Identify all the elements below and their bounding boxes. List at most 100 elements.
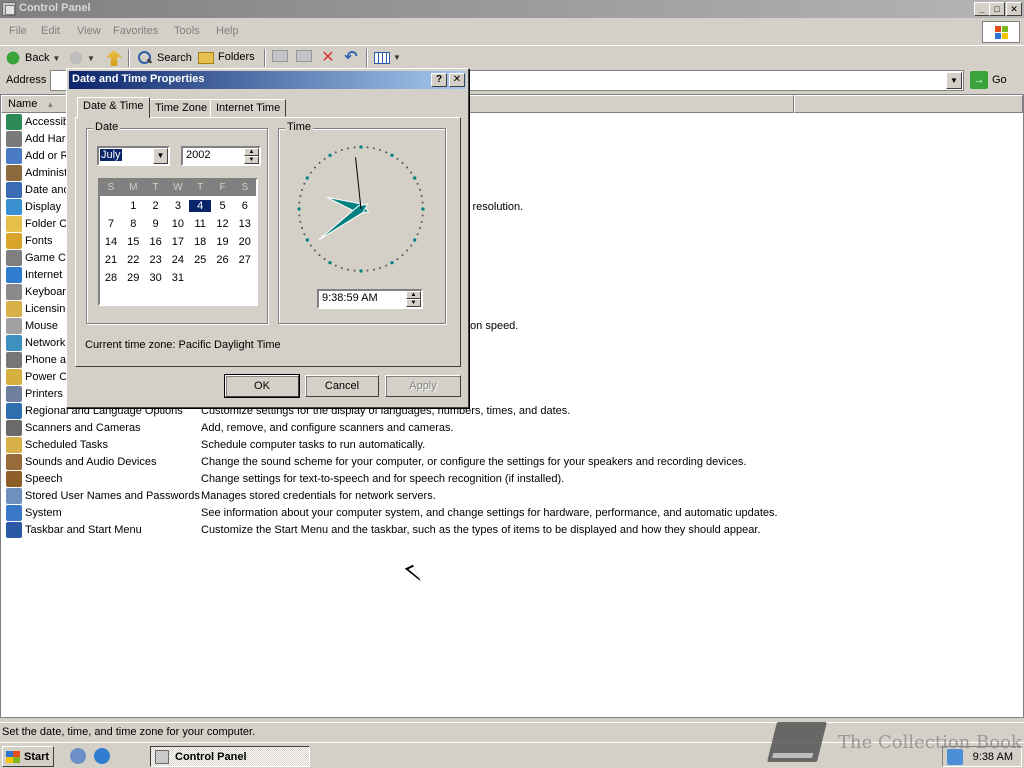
time-spinner[interactable]: 9:38:59 AM ▲ ▼ xyxy=(317,289,423,309)
tab-internet-time[interactable]: Internet Time xyxy=(210,99,287,117)
calendar-day[interactable]: 30 xyxy=(145,272,167,284)
calendar-day[interactable]: 23 xyxy=(145,254,167,266)
delete-button[interactable]: ✕ xyxy=(320,50,336,66)
maximize-button[interactable]: □ xyxy=(989,2,1005,16)
list-item[interactable]: Scanners and Cameras xyxy=(6,419,141,436)
forward-button[interactable]: ▼ xyxy=(68,50,95,66)
close-button[interactable]: ✕ xyxy=(1006,2,1022,16)
calendar-day[interactable]: 3 xyxy=(167,200,189,212)
calendar-day[interactable]: 20 xyxy=(234,236,256,248)
taskbar-button-control-panel[interactable]: Control Panel xyxy=(150,746,310,767)
list-item[interactable]: Stored User Names and Passwords xyxy=(6,487,200,504)
dialog-close-button[interactable]: ✕ xyxy=(449,73,465,87)
list-item[interactable]: Fonts xyxy=(6,232,53,249)
calendar-day[interactable]: 22 xyxy=(122,254,144,266)
month-dropdown-icon[interactable]: ▼ xyxy=(153,148,168,164)
internet-explorer-icon[interactable] xyxy=(94,748,110,764)
list-item[interactable]: Network xyxy=(6,334,65,351)
start-button[interactable]: Start xyxy=(2,746,54,767)
help-button[interactable]: ? xyxy=(431,73,447,87)
calendar-day[interactable]: 27 xyxy=(234,254,256,266)
list-item[interactable]: Taskbar and Start Menu xyxy=(6,521,142,538)
time-up-icon[interactable]: ▲ xyxy=(406,291,421,299)
calendar-day[interactable]: 25 xyxy=(189,254,211,266)
list-item[interactable]: Speech xyxy=(6,470,62,487)
list-item[interactable]: System xyxy=(6,504,62,521)
show-desktop-icon[interactable] xyxy=(70,748,86,764)
calendar-day[interactable]: 24 xyxy=(167,254,189,266)
window-titlebar[interactable]: Control Panel _ □ ✕ xyxy=(0,0,1024,18)
calendar-day[interactable]: 4 xyxy=(189,200,212,212)
go-button[interactable]: → Go xyxy=(970,71,1007,89)
list-item[interactable]: Internet xyxy=(6,266,62,283)
back-dropdown-icon[interactable]: ▼ xyxy=(52,54,60,63)
list-item[interactable]: Display xyxy=(6,198,61,215)
calendar-day[interactable]: 19 xyxy=(212,236,234,248)
calendar-day[interactable]: 26 xyxy=(212,254,234,266)
list-item[interactable]: Keyboard xyxy=(6,283,72,300)
address-dropdown-icon[interactable]: ▼ xyxy=(946,72,962,89)
month-select[interactable]: July ▼ xyxy=(97,146,170,166)
calendar-day[interactable]: 1 xyxy=(122,200,144,212)
list-item[interactable]: Power Op xyxy=(6,368,74,385)
calendar-day[interactable]: 13 xyxy=(234,218,256,230)
apply-button[interactable]: Apply xyxy=(385,375,461,397)
year-down-icon[interactable]: ▼ xyxy=(244,156,259,164)
calendar-day[interactable]: 2 xyxy=(145,200,167,212)
year-up-icon[interactable]: ▲ xyxy=(244,148,259,156)
undo-button[interactable]: ↶ xyxy=(343,50,359,66)
list-item[interactable]: Printers a xyxy=(6,385,72,402)
tab-date-time[interactable]: Date & Time xyxy=(77,97,150,118)
calendar-day[interactable]: 28 xyxy=(100,272,122,284)
minimize-button[interactable]: _ xyxy=(974,2,990,16)
calendar-day[interactable]: 11 xyxy=(189,218,211,230)
calendar-day[interactable]: 10 xyxy=(167,218,189,230)
views-button[interactable]: ▼ xyxy=(374,50,401,64)
calendar-day[interactable]: 18 xyxy=(189,236,211,248)
list-item[interactable]: Scheduled Tasks xyxy=(6,436,108,453)
calendar-day[interactable]: 29 xyxy=(122,272,144,284)
menu-favorites[interactable]: Favorites xyxy=(113,25,158,37)
list-item[interactable]: Mouse xyxy=(6,317,58,334)
up-button[interactable] xyxy=(106,50,122,66)
list-item[interactable]: Administ xyxy=(6,164,67,181)
copy-to-button[interactable] xyxy=(296,50,312,62)
calendar-day[interactable]: 16 xyxy=(145,236,167,248)
list-item[interactable]: Add or R xyxy=(6,147,68,164)
tab-time-zone[interactable]: Time Zone xyxy=(149,99,214,117)
list-item[interactable]: Phone an xyxy=(6,351,72,368)
time-down-icon[interactable]: ▼ xyxy=(406,299,421,307)
calendar-day[interactable]: 17 xyxy=(167,236,189,248)
menu-edit[interactable]: Edit xyxy=(41,25,60,37)
move-to-button[interactable] xyxy=(272,50,288,62)
calendar-day[interactable]: 7 xyxy=(100,218,122,230)
calendar-grid[interactable]: SMTWTFS 1 2 3 4 5 6 7 8 9 10 11 12 13 14 15 16 17 18 19 20 2… xyxy=(98,178,258,306)
ok-button[interactable]: OK xyxy=(224,374,300,398)
cancel-button[interactable]: Cancel xyxy=(305,375,379,397)
folders-button[interactable]: Folders xyxy=(198,50,255,64)
calendar-day[interactable]: 6 xyxy=(234,200,256,212)
forward-dropdown-icon[interactable]: ▼ xyxy=(87,54,95,63)
menu-help[interactable]: Help xyxy=(216,25,239,37)
calendar-day[interactable]: 9 xyxy=(145,218,167,230)
list-item[interactable]: Sounds and Audio Devices xyxy=(6,453,156,470)
list-item[interactable]: Accessibi xyxy=(6,113,71,130)
list-item[interactable]: Licensing xyxy=(6,300,71,317)
dialog-titlebar[interactable]: Date and Time Properties ? ✕ xyxy=(69,71,466,89)
calendar-day[interactable]: 8 xyxy=(122,218,144,230)
calendar-day[interactable]: 14 xyxy=(100,236,122,248)
calendar-day[interactable]: 21 xyxy=(100,254,122,266)
year-spinner[interactable]: 2002 ▲ ▼ xyxy=(181,146,261,166)
list-item[interactable]: Date and xyxy=(6,181,70,198)
menu-file[interactable]: File xyxy=(9,25,27,37)
menu-tools[interactable]: Tools xyxy=(174,25,200,37)
search-button[interactable]: Search xyxy=(137,50,192,66)
calendar-day[interactable]: 15 xyxy=(122,236,144,248)
list-item[interactable]: Add Hard xyxy=(6,130,71,147)
list-item[interactable]: Folder Op xyxy=(6,215,74,232)
calendar-day[interactable]: 31 xyxy=(167,272,189,284)
calendar-day[interactable]: 12 xyxy=(212,218,234,230)
menu-view[interactable]: View xyxy=(77,25,101,37)
calendar-day[interactable]: 5 xyxy=(212,200,234,212)
back-button[interactable]: Back ▼ xyxy=(5,50,60,66)
